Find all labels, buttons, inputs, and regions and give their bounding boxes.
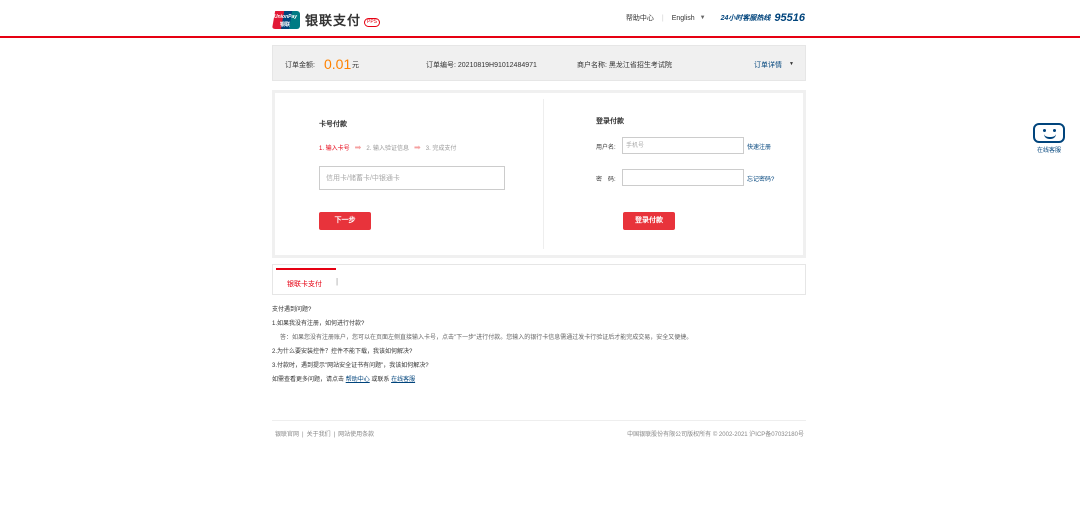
online-service-label: 在线客服 (1036, 148, 1061, 154)
logo-text-bottom: 银联 (280, 21, 291, 28)
order-details-toggle[interactable]: 订单详情 (754, 60, 782, 70)
hotline-label: 24小时客服热线 (720, 15, 771, 22)
footer-copyright: 中国银联股份有限公司版权所有 © 2002-2021 沪ICP备07032180… (627, 432, 804, 438)
step-verify: 2. 输入验证信息 (366, 146, 410, 152)
password-input[interactable] (622, 169, 744, 186)
password-label: 密 码: (596, 177, 616, 183)
payment-steps: 1. 输入卡号 ➡ 2. 输入验证信息 ➡ 3. 完成支付 (319, 143, 456, 152)
chevron-down-icon[interactable]: ▼ (700, 15, 706, 21)
faq-question-2: 2.为什么要安装控件？控件不能下载，我该如何解决? (272, 349, 413, 355)
faq-question-3: 3.付款时，遇到提示"网站安全证书有问题"，我该如何解决? (272, 363, 429, 369)
unionpay-logo[interactable]: UnionPay 银联 银联支付 PPS (272, 10, 381, 29)
order-number: 订单编号: 20210819H91012484971 (426, 62, 537, 69)
faq-answer-1: 答：如果您没有注册账户，您可以在页面左侧直接输入卡号，点击"下一步"进行付款。您… (280, 335, 693, 341)
brand-badge: PPS (364, 18, 381, 27)
order-amount-label: 订单金额: (285, 62, 315, 69)
faq-question-1: 1.如果我没有注册，如何进行付款? (272, 321, 365, 327)
logo-text-top: UnionPay (274, 13, 298, 20)
language-selector[interactable]: English (672, 15, 695, 22)
online-service-link[interactable]: 在线客服 (391, 377, 415, 383)
unionpay-logo-icon: UnionPay 银联 (272, 10, 300, 29)
faq-more-mid: 或联系 (371, 377, 390, 383)
panel-divider (543, 99, 544, 249)
username-label: 用户名: (596, 145, 616, 151)
payment-tabs: 银联卡支付 | (272, 264, 806, 295)
hotline-number: 95516 (774, 12, 805, 24)
header: UnionPay 银联 银联支付 PPS 帮助中心 | English ▼ 24… (0, 0, 1080, 38)
footer-link-official[interactable]: 银联官网 (275, 432, 299, 438)
payment-panel: 卡号付款 1. 输入卡号 ➡ 2. 输入验证信息 ➡ 3. 完成支付 下一步 登… (272, 90, 806, 258)
forgot-password-link[interactable]: 忘记密码? (747, 174, 774, 183)
order-amount: 0.01 (324, 56, 352, 72)
card-number-input[interactable] (319, 166, 505, 190)
faq-section: 支付遇到问题? 1.如果我没有注册，如何进行付款? 答：如果您没有注册账户，您可… (272, 307, 692, 391)
next-step-button[interactable]: 下一步 (319, 212, 371, 230)
chevron-down-icon[interactable]: ▼ (789, 61, 794, 67)
footer-divider (272, 420, 806, 421)
footer-link-terms[interactable]: 网站使用条款 (338, 432, 374, 438)
quick-register-link[interactable]: 快速注册 (747, 142, 771, 151)
step-complete: 3. 完成支付 (425, 146, 457, 152)
help-center-link[interactable]: 帮助中心 (626, 13, 654, 23)
order-currency: 元 (352, 62, 359, 69)
login-pay-title: 登录付款 (596, 118, 624, 125)
tab-unionpay-card-label: 银联卡支付 (287, 281, 322, 288)
tab-unionpay-card[interactable]: 银联卡支付 (276, 268, 336, 294)
username-input[interactable] (622, 137, 744, 154)
step-enter-card: 1. 输入卡号 (319, 146, 350, 152)
help-center-link[interactable]: 帮助中心 (346, 377, 370, 383)
online-service-float[interactable]: 在线客服 (1031, 123, 1067, 154)
card-pay-title: 卡号付款 (319, 121, 347, 128)
arrow-right-icon: ➡ (354, 143, 362, 152)
login-pay-button[interactable]: 登录付款 (623, 212, 675, 230)
tab-divider: | (336, 277, 339, 286)
header-right: 帮助中心 | English ▼ 24小时客服热线 95516 (626, 12, 805, 24)
faq-more-prefix: 如需查看更多问题，请点击 (272, 377, 345, 383)
merchant-name: 商户名称: 黑龙江省招生考试院 (577, 62, 672, 69)
arrow-right-icon: ➡ (414, 143, 421, 152)
footer-link-about[interactable]: 关于我们 (307, 432, 331, 438)
faq-more: 如需查看更多问题，请点击 帮助中心 或联系 在线客服 (272, 377, 692, 384)
brand-title: 银联支付 (305, 13, 362, 28)
header-divider: | (661, 14, 664, 22)
order-summary-bar: 订单金额: 0.01 元 订单编号: 20210819H91012484971 … (272, 45, 806, 81)
footer-links: 银联官网 | 关于我们 | 网站使用条款 (275, 432, 375, 438)
faq-title: 支付遇到问题? (272, 307, 312, 313)
chat-service-icon (1033, 123, 1065, 143)
